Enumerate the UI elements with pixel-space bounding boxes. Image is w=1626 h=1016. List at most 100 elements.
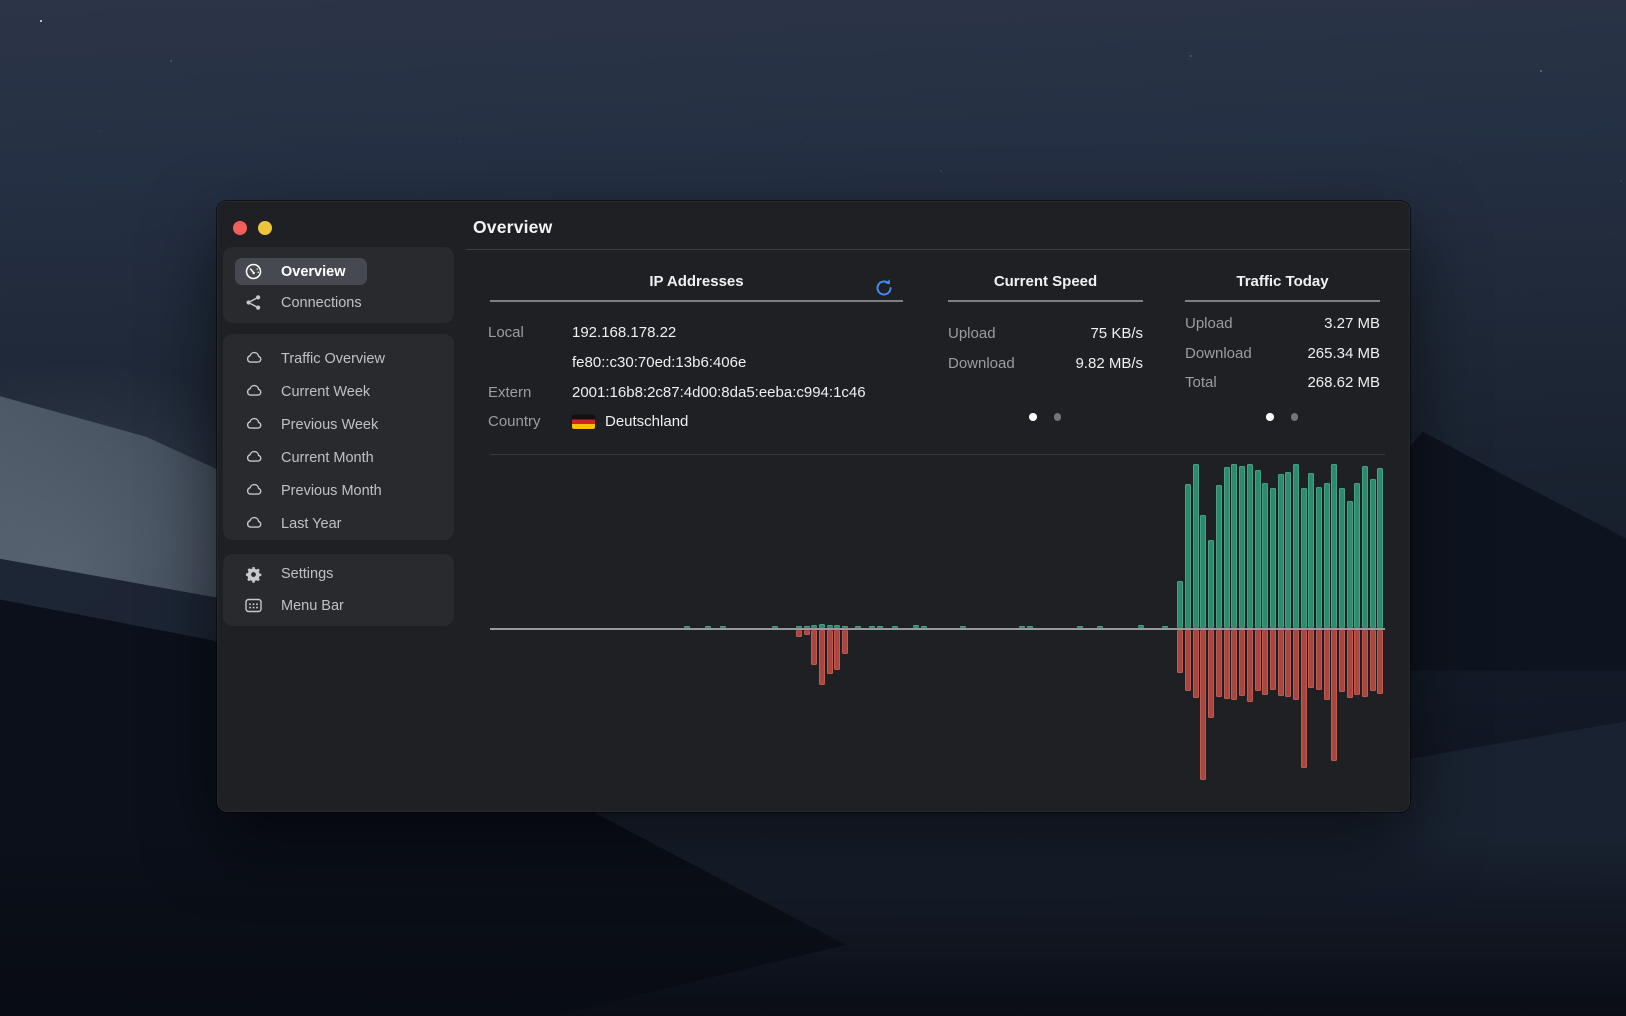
chart-bar-download: [1270, 488, 1276, 628]
chart-bar-download: [1377, 468, 1383, 628]
sidebar-group-2: Settings Menu Bar: [223, 554, 454, 626]
cloud-icon: [245, 416, 262, 433]
chart-bar-download: [1347, 501, 1353, 628]
ip-country-label: Country: [488, 413, 541, 430]
sidebar-item-previous-week[interactable]: Previous Week: [223, 408, 454, 441]
sidebar-group-0: Overview Connections: [223, 247, 454, 323]
chart-bar-download: [1231, 464, 1237, 628]
window-title: Overview: [473, 217, 553, 237]
sidebar-item-label: Menu Bar: [281, 598, 344, 614]
sidebar-item-overview[interactable]: Overview: [223, 256, 454, 287]
chart-bar-upload: [1208, 629, 1214, 718]
cloud-icon: [245, 350, 262, 367]
sidebar-item-connections[interactable]: Connections: [223, 287, 454, 318]
ip-local-value: 192.168.178.22: [572, 324, 677, 341]
chart-bar-download: [1331, 464, 1337, 628]
sidebar-item-label: Current Week: [281, 383, 371, 400]
chart-bar-upload: [1370, 629, 1376, 691]
menubar-icon: [245, 598, 262, 615]
chart-bar-download: [1262, 483, 1268, 628]
traffic-upload-label: Upload: [1185, 315, 1233, 332]
chart-bar-upload: [842, 629, 848, 654]
ip-addresses-header: IP Addresses: [649, 273, 744, 290]
current-speed-divider: [948, 300, 1143, 302]
current-speed-pager: [1029, 413, 1061, 421]
window-titlebar: Overview: [217, 201, 1410, 249]
wallpaper-floor: [0, 833, 1626, 1016]
traffic-today-divider: [1185, 300, 1380, 302]
chart-bar-upload: [834, 629, 840, 670]
current-speed-header: Current Speed: [993, 273, 1098, 290]
chart-bar-upload: [1231, 629, 1237, 700]
chart-bar-download: [1247, 464, 1253, 628]
chart-bar-download: [1308, 473, 1314, 628]
chart-bar-download: [1285, 472, 1291, 628]
sidebar-item-label: Settings: [281, 566, 334, 582]
speed-upload-value: 75 KB/s: [1090, 325, 1143, 342]
chart-bar-upload: [827, 629, 833, 674]
sidebar-item-last-year[interactable]: Last Year: [223, 507, 454, 540]
chart-top-divider: [490, 454, 1385, 455]
ip-extern-label: Extern: [488, 384, 532, 401]
chart-bar-download: [1301, 488, 1307, 628]
chart-bar-download: [1316, 487, 1322, 628]
chart-bar-download: [1255, 470, 1261, 628]
sidebar-item-current-week[interactable]: Current Week: [223, 375, 454, 408]
sidebar-item-traffic-overview[interactable]: Traffic Overview: [223, 342, 454, 375]
chart-bar-upload: [1377, 629, 1383, 694]
chart-bar-download: [1239, 466, 1245, 628]
chart-bar-upload: [804, 629, 810, 635]
sidebar-item-menu-bar[interactable]: Menu Bar: [223, 590, 454, 622]
chart-bar-upload: [1308, 629, 1314, 688]
chart-bar-download: [1339, 488, 1345, 628]
refresh-button[interactable]: [874, 278, 894, 298]
traffic-upload-value: 3.27 MB: [1324, 315, 1380, 332]
chart-bar-upload: [811, 629, 817, 665]
chart-bar-download: [1208, 540, 1214, 628]
chart-bar-download: [1200, 515, 1206, 628]
ip-local-label: Local: [488, 324, 524, 341]
chart-bar-upload: [796, 629, 802, 637]
cloud-icon: [245, 482, 262, 499]
pager-dot[interactable]: [1029, 413, 1037, 421]
chart-bar-upload: [1316, 629, 1322, 690]
chart-bar-upload: [1285, 629, 1291, 697]
chart-bar-upload: [1362, 629, 1368, 697]
chart-bar-upload: [1177, 629, 1183, 673]
sidebar-item-previous-month[interactable]: Previous Month: [223, 474, 454, 507]
pager-dot[interactable]: [1290, 413, 1298, 421]
chart-bar-upload: [1224, 629, 1230, 699]
traffic-today-pager: [1266, 413, 1298, 421]
chart-bar-upload: [1270, 629, 1276, 690]
chart-bar-upload: [1185, 629, 1191, 691]
chart-bar-upload: [1301, 629, 1307, 768]
speed-download-value: 9.82 MB/s: [1075, 355, 1143, 372]
pager-dot[interactable]: [1266, 413, 1274, 421]
chart-bar-download: [1185, 484, 1191, 628]
titlebar-divider: [466, 249, 1410, 250]
close-button[interactable]: [233, 221, 247, 235]
sidebar-item-settings[interactable]: Settings: [223, 558, 454, 590]
chart-bar-download: [1293, 464, 1299, 628]
pager-dot[interactable]: [1053, 413, 1061, 421]
share-icon: [245, 294, 262, 311]
chart-bar-download: [1216, 485, 1222, 628]
wallpaper-stars: [40, 20, 42, 22]
chart-bar-upload: [1200, 629, 1206, 780]
ip-header-divider: [490, 300, 903, 302]
sidebar-group-1: Traffic Overview Current Week Previous Wee…: [223, 334, 454, 540]
chart-bar-download: [1177, 581, 1183, 628]
cloud-icon: [245, 383, 262, 400]
minimize-button[interactable]: [258, 221, 272, 235]
traffic-total-value: 268.62 MB: [1307, 374, 1380, 391]
sidebar-item-current-month[interactable]: Current Month: [223, 441, 454, 474]
chart-bar-upload: [1347, 629, 1353, 698]
germany-flag-icon: [572, 415, 595, 429]
gauge-icon: [245, 263, 262, 280]
chart-bar-upload: [1262, 629, 1268, 695]
chart-bar-download: [1362, 466, 1368, 628]
chart-bar-download: [1370, 479, 1376, 628]
chart-bar-upload: [1247, 629, 1253, 702]
chart-bar-upload: [1278, 629, 1284, 696]
sidebar-item-label: Overview: [281, 263, 346, 280]
